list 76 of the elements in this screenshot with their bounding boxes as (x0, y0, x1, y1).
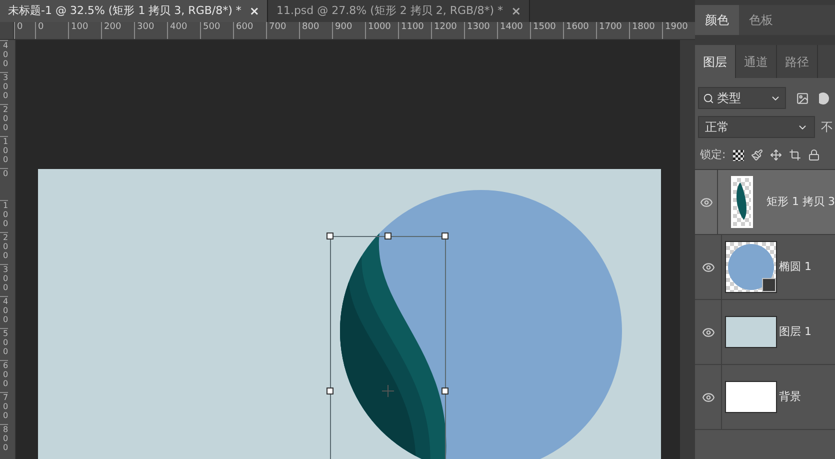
filter-value: 类型 (717, 90, 742, 107)
panel-tab[interactable]: 图层 (695, 45, 736, 78)
ruler-label: 300 (0, 72, 8, 104)
ruler-label: 200 (0, 104, 8, 136)
ruler-label: 100 (68, 22, 101, 39)
opacity-label: 不 (821, 119, 833, 136)
layer-row[interactable]: 图层 1 (695, 300, 835, 365)
ruler-label: 200 (101, 22, 134, 39)
layer-name: 椭圆 1 (779, 258, 812, 275)
close-button[interactable]: × (249, 2, 260, 20)
adjustment-icon[interactable] (819, 92, 829, 104)
panel-tab[interactable]: 色板 (739, 5, 783, 35)
ruler-label: 600 (0, 360, 8, 392)
layer-row[interactable]: 椭圆 1 (695, 235, 835, 300)
ruler-label: 800 (0, 424, 8, 456)
ruler-label: 100 (0, 200, 8, 232)
lock-label: 锁定: (700, 146, 726, 163)
ruler-label: 500 (200, 22, 233, 39)
tab-title: 11.psd @ 27.8% (矩形 2 拷贝 2, RGB/8*) * (276, 2, 504, 19)
crop-icon[interactable] (788, 149, 801, 161)
eye-icon[interactable] (700, 196, 713, 208)
panel-tab[interactable]: 通道 (736, 45, 777, 78)
blend-mode-value: 正常 (705, 119, 730, 136)
ruler-label: 1000 (365, 22, 398, 39)
ruler-label: 1700 (596, 22, 629, 39)
selection-box[interactable] (326, 232, 448, 459)
layer-name: 图层 1 (779, 324, 812, 340)
ruler-label: 500 (0, 328, 8, 360)
search-icon (703, 92, 714, 104)
ruler-label: 300 (0, 264, 8, 296)
ruler-label: 0 (14, 22, 35, 39)
tab-title: 未标题-1 @ 32.5% (矩形 1 拷贝 3, RGB/8*) * (8, 2, 242, 19)
ruler-label: 600 (233, 22, 266, 39)
lock-icon[interactable] (808, 149, 820, 161)
ruler-label: 700 (0, 392, 8, 424)
eye-icon[interactable] (702, 260, 714, 274)
ruler-label: 900 (332, 22, 365, 39)
ruler-label: 100 (0, 136, 8, 168)
eye-icon[interactable] (702, 326, 714, 338)
ruler-label: 0 (35, 22, 68, 39)
close-button[interactable]: × (511, 2, 522, 20)
layer-thumbnail (731, 176, 754, 228)
panel-tab[interactable]: 路径 (777, 45, 818, 78)
ruler-label: 1600 (563, 22, 596, 39)
document-tab[interactable]: 未标题-1 @ 32.5% (矩形 1 拷贝 3, RGB/8*) * × (0, 0, 268, 22)
ruler-label: 400 (0, 296, 8, 328)
panel-tab[interactable]: 颜色 (695, 5, 739, 35)
lock-transparency-icon[interactable] (732, 150, 744, 160)
ruler-label: 400 (0, 40, 8, 72)
brush-icon[interactable] (750, 149, 763, 161)
document-tab[interactable]: 11.psd @ 27.8% (矩形 2 拷贝 2, RGB/8*) * × (268, 0, 530, 22)
filter-dropdown[interactable]: 类型 (698, 87, 786, 109)
ruler-label: 1500 (530, 22, 563, 39)
layer-name: 背景 (779, 388, 801, 405)
ruler-label: 1400 (497, 22, 530, 39)
ruler-label: 1200 (431, 22, 464, 39)
crosshair-icon (382, 384, 394, 398)
move-icon[interactable] (770, 149, 782, 161)
ruler-label: 200 (0, 232, 8, 264)
ruler-label: 400 (167, 22, 200, 39)
layer-thumbnail (724, 241, 776, 293)
ruler-label: 1100 (398, 22, 431, 39)
ruler-label: 1300 (464, 22, 497, 39)
ruler-label: 800 (299, 22, 332, 39)
layer-thumbnail (724, 316, 776, 348)
ruler-label: 300 (134, 22, 167, 39)
layer-name: 矩形 1 拷贝 3 (766, 194, 835, 210)
ruler-label: 0 (0, 168, 8, 200)
blend-mode-dropdown[interactable]: 正常 (698, 116, 815, 138)
ruler-label: 700 (266, 22, 299, 39)
image-icon[interactable] (796, 92, 809, 104)
eye-icon[interactable] (702, 390, 714, 404)
layer-thumbnail (724, 381, 776, 413)
layer-row[interactable]: 背景 (695, 365, 835, 430)
layer-row[interactable]: 矩形 1 拷贝 3 (695, 170, 835, 235)
ruler-label: 1800 (629, 22, 662, 39)
